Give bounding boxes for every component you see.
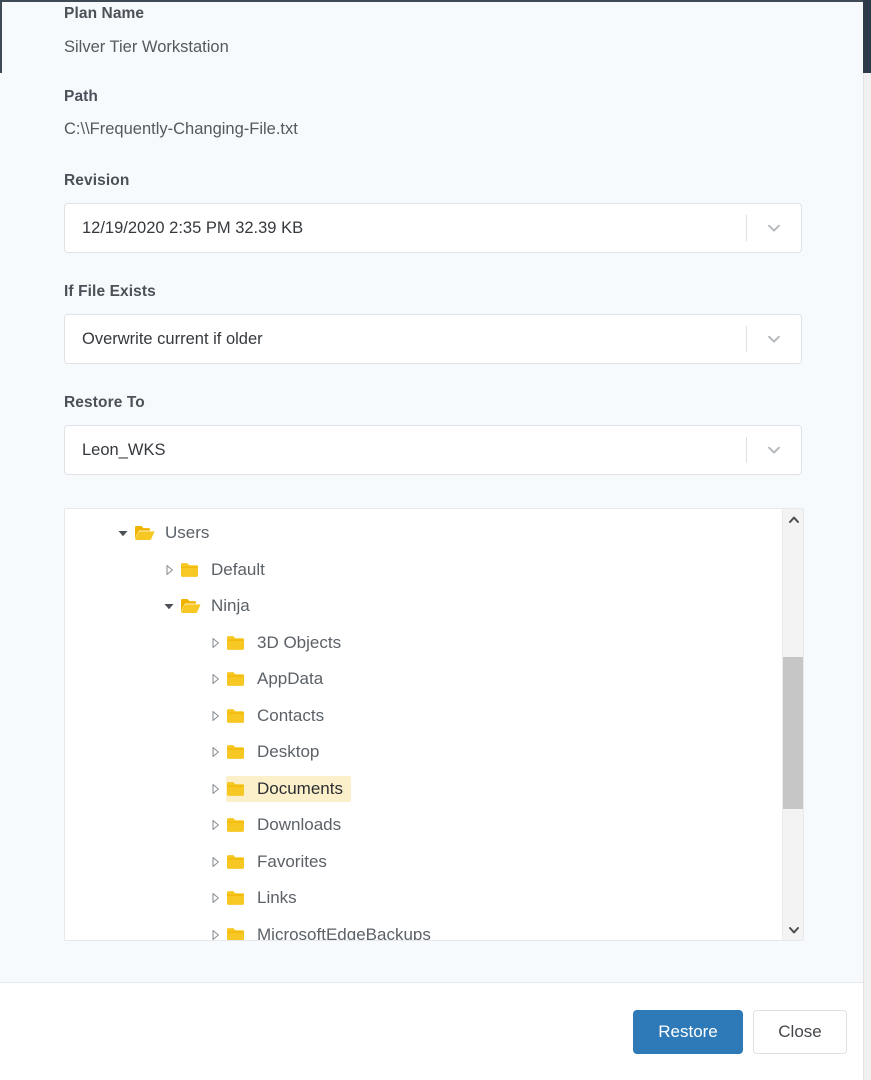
folder-closed-icon xyxy=(226,853,248,871)
if-file-exists-select-value: Overwrite current if older xyxy=(65,330,746,349)
triangle-right-icon[interactable] xyxy=(204,891,226,905)
tree-node-label: Favorites xyxy=(257,852,331,872)
tree-node-hit-area[interactable]: Default xyxy=(180,557,273,583)
page-scrollbar-track[interactable] xyxy=(863,0,871,1080)
tree-node-label: Users xyxy=(165,523,213,543)
restore-button[interactable]: Restore xyxy=(633,1010,743,1054)
tree-node-label: Links xyxy=(257,888,301,908)
triangle-right-icon[interactable] xyxy=(204,855,226,869)
folder-closed-icon xyxy=(226,889,248,907)
tree-node-contacts[interactable]: Contacts xyxy=(65,698,782,735)
chevron-down-icon[interactable] xyxy=(747,441,801,459)
tree-node-hit-area[interactable]: Documents xyxy=(226,776,351,802)
tree-node-label: MicrosoftEdgeBackups xyxy=(257,925,435,940)
path-label: Path xyxy=(64,88,98,106)
tree-node-hit-area[interactable]: Contacts xyxy=(226,703,332,729)
folder-open-icon xyxy=(180,597,202,615)
triangle-down-icon[interactable] xyxy=(158,599,180,613)
tree-node-users[interactable]: Users xyxy=(65,515,782,552)
tree-node-hit-area[interactable]: Users xyxy=(134,520,217,546)
plan-name-value: Silver Tier Workstation xyxy=(64,38,229,57)
triangle-right-icon[interactable] xyxy=(204,818,226,832)
folder-closed-icon xyxy=(226,634,248,652)
tree-node-favorites[interactable]: Favorites xyxy=(65,844,782,881)
triangle-right-icon[interactable] xyxy=(204,782,226,796)
triangle-right-icon[interactable] xyxy=(158,563,180,577)
tree-node-hit-area[interactable]: Downloads xyxy=(226,812,349,838)
tree-node-label: Ninja xyxy=(211,596,254,616)
restore-file-dialog: Plan Name Silver Tier Workstation Path C… xyxy=(0,0,871,1080)
tree-node-label: Default xyxy=(211,560,269,580)
triangle-right-icon[interactable] xyxy=(204,745,226,759)
close-button[interactable]: Close xyxy=(753,1010,847,1054)
triangle-down-icon[interactable] xyxy=(112,526,134,540)
chevron-down-icon[interactable] xyxy=(747,219,801,237)
triangle-right-icon[interactable] xyxy=(204,928,226,940)
folder-closed-icon xyxy=(226,707,248,725)
tree-node-label: Contacts xyxy=(257,706,328,726)
tree-node-hit-area[interactable]: Ninja xyxy=(180,593,258,619)
tree-node-hit-area[interactable]: 3D Objects xyxy=(226,630,349,656)
revision-label: Revision xyxy=(64,172,129,190)
tree-node-microsoftedgebackups[interactable]: MicrosoftEdgeBackups xyxy=(65,917,782,941)
tree-node-label: Documents xyxy=(257,779,347,799)
folder-open-icon xyxy=(134,524,156,542)
tree-node-desktop[interactable]: Desktop xyxy=(65,734,782,771)
tree-node-label: Downloads xyxy=(257,815,345,835)
panel-left-edge xyxy=(0,0,2,73)
tree-node-links[interactable]: Links xyxy=(65,880,782,917)
triangle-right-icon[interactable] xyxy=(204,636,226,650)
tree-node-downloads[interactable]: Downloads xyxy=(65,807,782,844)
tree-node-documents[interactable]: Documents xyxy=(65,771,782,808)
restore-to-select-value: Leon_WKS xyxy=(65,441,746,460)
tree-node-3d-objects[interactable]: 3D Objects xyxy=(65,625,782,662)
tree-node-ninja[interactable]: Ninja xyxy=(65,588,782,625)
path-value: C:\\Frequently-Changing-File.txt xyxy=(64,120,298,139)
folder-closed-icon xyxy=(180,561,202,579)
if-file-exists-label: If File Exists xyxy=(64,283,156,301)
folder-closed-icon xyxy=(226,926,248,940)
folder-tree-scrollbar[interactable] xyxy=(782,509,803,940)
tree-node-label: Desktop xyxy=(257,742,323,762)
tree-node-appdata[interactable]: AppData xyxy=(65,661,782,698)
dialog-body: Plan Name Silver Tier Workstation Path C… xyxy=(0,0,863,982)
tree-node-hit-area[interactable]: Favorites xyxy=(226,849,335,875)
revision-select-value: 12/19/2020 2:35 PM 32.39 KB xyxy=(65,219,746,238)
tree-node-hit-area[interactable]: MicrosoftEdgeBackups xyxy=(226,922,439,940)
footer-actions: Restore Close xyxy=(633,1010,847,1054)
scrollbar-thumb[interactable] xyxy=(783,657,804,809)
folder-tree[interactable]: Users Default Ninja3D Objects AppData Contac… xyxy=(65,509,782,940)
folder-closed-icon xyxy=(226,670,248,688)
chevron-down-icon[interactable] xyxy=(747,330,801,348)
triangle-right-icon[interactable] xyxy=(204,672,226,686)
page-scrollbar-thumb[interactable] xyxy=(863,0,871,73)
tree-node-hit-area[interactable]: Desktop xyxy=(226,739,327,765)
folder-tree-panel: Users Default Ninja3D Objects AppData Contac… xyxy=(64,508,804,941)
panel-top-edge xyxy=(0,0,863,2)
tree-node-default[interactable]: Default xyxy=(65,552,782,589)
tree-node-hit-area[interactable]: Links xyxy=(226,885,305,911)
chevron-up-icon[interactable] xyxy=(783,509,804,530)
tree-node-label: AppData xyxy=(257,669,327,689)
tree-node-hit-area[interactable]: AppData xyxy=(226,666,331,692)
restore-to-select[interactable]: Leon_WKS xyxy=(64,425,802,475)
triangle-right-icon[interactable] xyxy=(204,709,226,723)
restore-to-label: Restore To xyxy=(64,394,145,412)
folder-closed-icon xyxy=(226,780,248,798)
folder-closed-icon xyxy=(226,743,248,761)
if-file-exists-select[interactable]: Overwrite current if older xyxy=(64,314,802,364)
folder-closed-icon xyxy=(226,816,248,834)
plan-name-label: Plan Name xyxy=(64,5,144,23)
dialog-footer: Restore Close xyxy=(0,982,863,1080)
chevron-down-icon[interactable] xyxy=(783,919,804,940)
tree-node-label: 3D Objects xyxy=(257,633,345,653)
revision-select[interactable]: 12/19/2020 2:35 PM 32.39 KB xyxy=(64,203,802,253)
